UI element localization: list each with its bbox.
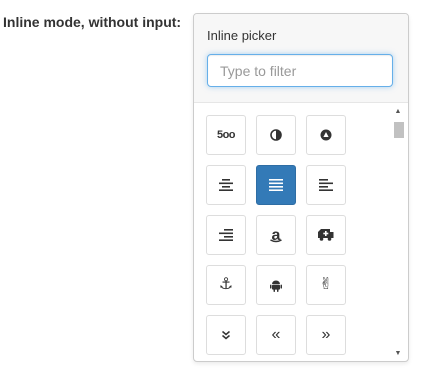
icon-option-angle-double-left[interactable]: « (256, 315, 296, 355)
amazon-icon: a (270, 227, 282, 244)
android-icon (270, 280, 282, 292)
adjust-icon (270, 129, 282, 141)
icon-option-align-justify[interactable] (256, 165, 296, 205)
icon-option-amazon[interactable]: a (256, 215, 296, 255)
icon-option-align-right[interactable] (206, 215, 246, 255)
500px-icon: 5oo (216, 129, 236, 141)
angle-double-right-icon: » (321, 326, 331, 343)
align-right-icon (219, 229, 233, 241)
icon-option-500px[interactable]: 5oo (206, 115, 246, 155)
icon-option-angle-double-down[interactable] (206, 315, 246, 355)
icon-grid: 5oo a ⚓ ✌ « » (206, 115, 346, 355)
angle-double-left-icon: « (271, 326, 281, 343)
icon-option-adjust[interactable] (256, 115, 296, 155)
icon-option-angle-double-right[interactable]: » (306, 315, 346, 355)
angle-double-down-icon (222, 330, 230, 340)
filter-input[interactable] (207, 54, 393, 87)
form-label: Inline mode, without input: (3, 14, 182, 30)
scroll-thumb[interactable] (394, 122, 404, 138)
align-center-icon (219, 179, 233, 191)
picker-title: Inline picker (207, 28, 277, 43)
icon-option-angellist[interactable]: ✌ (306, 265, 346, 305)
angellist-icon: ✌ (319, 276, 333, 293)
anchor-icon: ⚓ (218, 276, 234, 293)
inline-icon-picker: Inline picker 5oo (193, 13, 409, 362)
scroll-down-arrow-icon[interactable]: ▼ (394, 350, 402, 358)
icon-option-align-left[interactable] (306, 165, 346, 205)
scroll-up-arrow-icon[interactable]: ▲ (394, 108, 402, 116)
picker-header: Inline picker (194, 14, 408, 103)
align-justify-icon (269, 179, 283, 191)
ambulance-icon (318, 229, 334, 241)
adn-icon (320, 129, 332, 141)
icon-option-android[interactable] (256, 265, 296, 305)
icon-option-ambulance[interactable] (306, 215, 346, 255)
icon-list-scrollbar[interactable]: ▲ ▼ (390, 106, 406, 360)
icon-option-anchor[interactable]: ⚓ (206, 265, 246, 305)
icon-option-adn[interactable] (306, 115, 346, 155)
icon-option-align-center[interactable] (206, 165, 246, 205)
align-left-icon (319, 179, 333, 191)
